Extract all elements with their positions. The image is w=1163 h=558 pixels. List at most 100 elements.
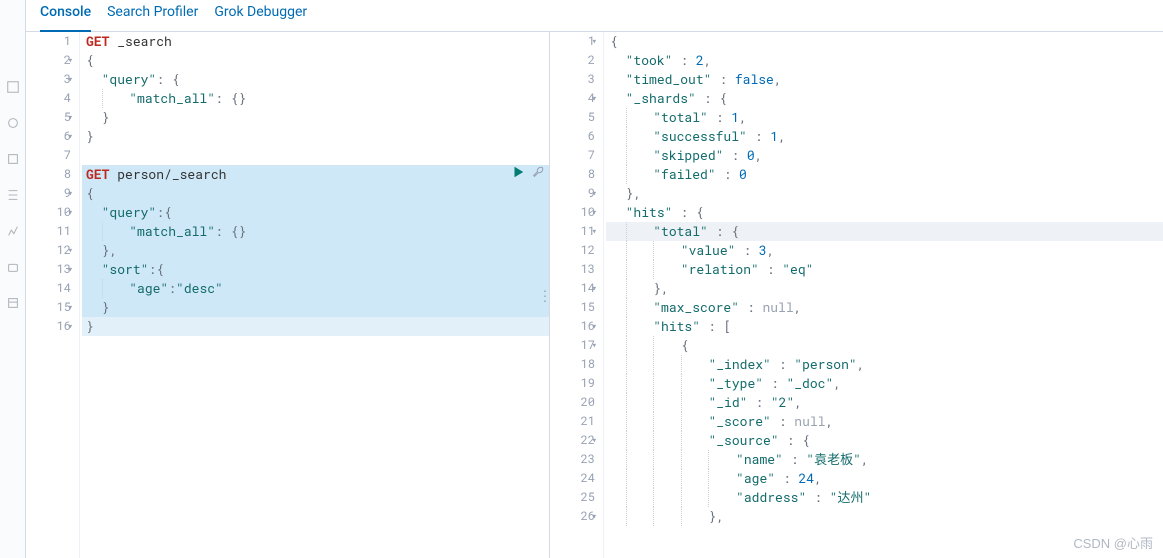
code-line: "total" : { xyxy=(606,222,1163,241)
nav-icon[interactable] xyxy=(6,152,20,166)
code-right[interactable]: { "took" : 2, "timed_out" : false, "_sha… xyxy=(604,32,1163,558)
gutter-line: 26 ▾ xyxy=(550,507,595,526)
code-line: "total" : 1, xyxy=(606,108,1163,127)
request-pane[interactable]: 1 2 ▾3 ▾4 5 ▾6 ▾7 8 9 ▾10 ▾11 12 ▾13 ▾14… xyxy=(26,32,550,558)
code-line[interactable] xyxy=(82,146,549,165)
gutter-line: 21 xyxy=(550,412,595,431)
fold-toggle-icon[interactable]: ▾ xyxy=(592,203,597,222)
fold-toggle-icon[interactable]: ▾ xyxy=(68,298,73,317)
fold-toggle-icon[interactable]: ▾ xyxy=(68,241,73,260)
code-line: "_score" : null, xyxy=(606,412,1163,431)
code-line[interactable]: }, xyxy=(82,241,549,260)
fold-toggle-icon[interactable]: ▾ xyxy=(68,260,73,279)
gutter-line: 7 xyxy=(550,146,595,165)
code-line: }, xyxy=(606,184,1163,203)
fold-toggle-icon[interactable]: ▾ xyxy=(68,108,73,127)
gutter-line: 8 xyxy=(26,165,71,184)
fold-toggle-icon[interactable]: ▾ xyxy=(592,336,597,355)
gutter-line: 16 ▾ xyxy=(550,317,595,336)
nav-icon[interactable] xyxy=(6,80,20,94)
fold-toggle-icon[interactable]: ▾ xyxy=(592,32,597,51)
fold-toggle-icon[interactable]: ▾ xyxy=(592,89,597,108)
code-line[interactable]: } xyxy=(82,127,549,146)
main: History Settings Help Console Search Pro… xyxy=(26,0,1163,558)
code-line[interactable]: { xyxy=(82,184,549,203)
code-line: "_source" : { xyxy=(606,431,1163,450)
gutter-line: 19 xyxy=(550,374,595,393)
nav-icon[interactable] xyxy=(6,116,20,130)
code-line: "age" : 24, xyxy=(606,469,1163,488)
tab-grok-debugger[interactable]: Grok Debugger xyxy=(214,0,307,32)
gutter-line: 11 xyxy=(26,222,71,241)
fold-toggle-icon[interactable]: ▾ xyxy=(592,279,597,298)
code-line: "relation" : "eq" xyxy=(606,260,1163,279)
fold-toggle-icon[interactable]: ▾ xyxy=(592,431,597,450)
gutter-line: 15 xyxy=(550,298,595,317)
fold-toggle-icon[interactable]: ▾ xyxy=(68,127,73,146)
side-nav xyxy=(0,0,26,558)
gutter-line: 9 ▾ xyxy=(550,184,595,203)
pane-resize-handle[interactable]: ⋮ xyxy=(538,286,550,305)
fold-toggle-icon[interactable]: ▾ xyxy=(68,70,73,89)
gutter-line: 3 ▾ xyxy=(26,70,71,89)
gutter-line: 17 ▾ xyxy=(550,336,595,355)
code-line[interactable]: "match_all": {} xyxy=(82,222,549,241)
code-line: "hits" : [ xyxy=(606,317,1163,336)
code-line: "timed_out" : false, xyxy=(606,70,1163,89)
fold-toggle-icon[interactable]: ▾ xyxy=(68,317,73,336)
nav-icon[interactable] xyxy=(6,224,20,238)
code-line: { xyxy=(606,336,1163,355)
gutter-line: 7 xyxy=(26,146,71,165)
fold-toggle-icon[interactable]: ▾ xyxy=(68,51,73,70)
fold-toggle-icon[interactable]: ▾ xyxy=(68,203,73,222)
code-line: "address" : "达州" xyxy=(606,488,1163,507)
tab-search-profiler[interactable]: Search Profiler xyxy=(107,0,198,32)
gutter-line: 6 ▾ xyxy=(26,127,71,146)
code-line[interactable]: GET person/_search xyxy=(82,165,549,184)
code-line: "max_score" : null, xyxy=(606,298,1163,317)
fold-toggle-icon[interactable]: ▾ xyxy=(592,184,597,203)
response-pane: 1 ▾2 3 4 ▾5 6 7 8 9 ▾10 ▾11 ▾12 13 14 ▾1… xyxy=(550,32,1163,558)
request-options-icon[interactable] xyxy=(531,165,545,184)
tab-console[interactable]: Console xyxy=(40,0,91,32)
gutter-line: 16 ▾ xyxy=(26,317,71,336)
code-line: "_shards" : { xyxy=(606,89,1163,108)
fold-toggle-icon[interactable]: ▾ xyxy=(592,317,597,336)
gutter-line: 12 ▾ xyxy=(26,241,71,260)
code-line[interactable]: } xyxy=(82,298,549,317)
code-line: "hits" : { xyxy=(606,203,1163,222)
code-line: "skipped" : 0, xyxy=(606,146,1163,165)
code-line[interactable]: "query":{ xyxy=(82,203,549,222)
gutter-line: 2 ▾ xyxy=(26,51,71,70)
code-line[interactable]: "sort":{ xyxy=(82,260,549,279)
run-request-icon[interactable] xyxy=(511,165,525,184)
code-line: "value" : 3, xyxy=(606,241,1163,260)
code-left[interactable]: GET _search{ "query": { "match_all": {} … xyxy=(80,32,549,558)
code-line[interactable]: "match_all": {} xyxy=(82,89,549,108)
code-line[interactable]: "age":"desc" xyxy=(82,279,549,298)
code-line: }, xyxy=(606,507,1163,526)
gutter-line: 23 xyxy=(550,450,595,469)
code-line: "_id" : "2", xyxy=(606,393,1163,412)
gutter-line: 20 xyxy=(550,393,595,412)
gutter-line: 18 xyxy=(550,355,595,374)
fold-toggle-icon[interactable]: ▾ xyxy=(68,184,73,203)
nav-icon[interactable] xyxy=(6,260,20,274)
gutter-line: 10 ▾ xyxy=(550,203,595,222)
nav-icon[interactable] xyxy=(6,296,20,310)
code-line: "name" : "袁老板", xyxy=(606,450,1163,469)
code-line[interactable]: } xyxy=(82,108,549,127)
code-line: "_index" : "person", xyxy=(606,355,1163,374)
code-line[interactable]: } xyxy=(82,317,549,336)
gutter-line: 6 xyxy=(550,127,595,146)
code-line[interactable]: { xyxy=(82,51,549,70)
nav-icon[interactable] xyxy=(6,188,20,202)
code-line[interactable]: GET _search xyxy=(82,32,549,51)
fold-toggle-icon[interactable]: ▾ xyxy=(592,507,597,526)
fold-toggle-icon[interactable]: ▾ xyxy=(592,222,597,241)
gutter-line: 5 xyxy=(550,108,595,127)
code-line[interactable]: "query": { xyxy=(82,70,549,89)
code-line: }, xyxy=(606,279,1163,298)
gutter-right: 1 ▾2 3 4 ▾5 6 7 8 9 ▾10 ▾11 ▾12 13 14 ▾1… xyxy=(550,32,604,558)
gutter-line: 24 xyxy=(550,469,595,488)
